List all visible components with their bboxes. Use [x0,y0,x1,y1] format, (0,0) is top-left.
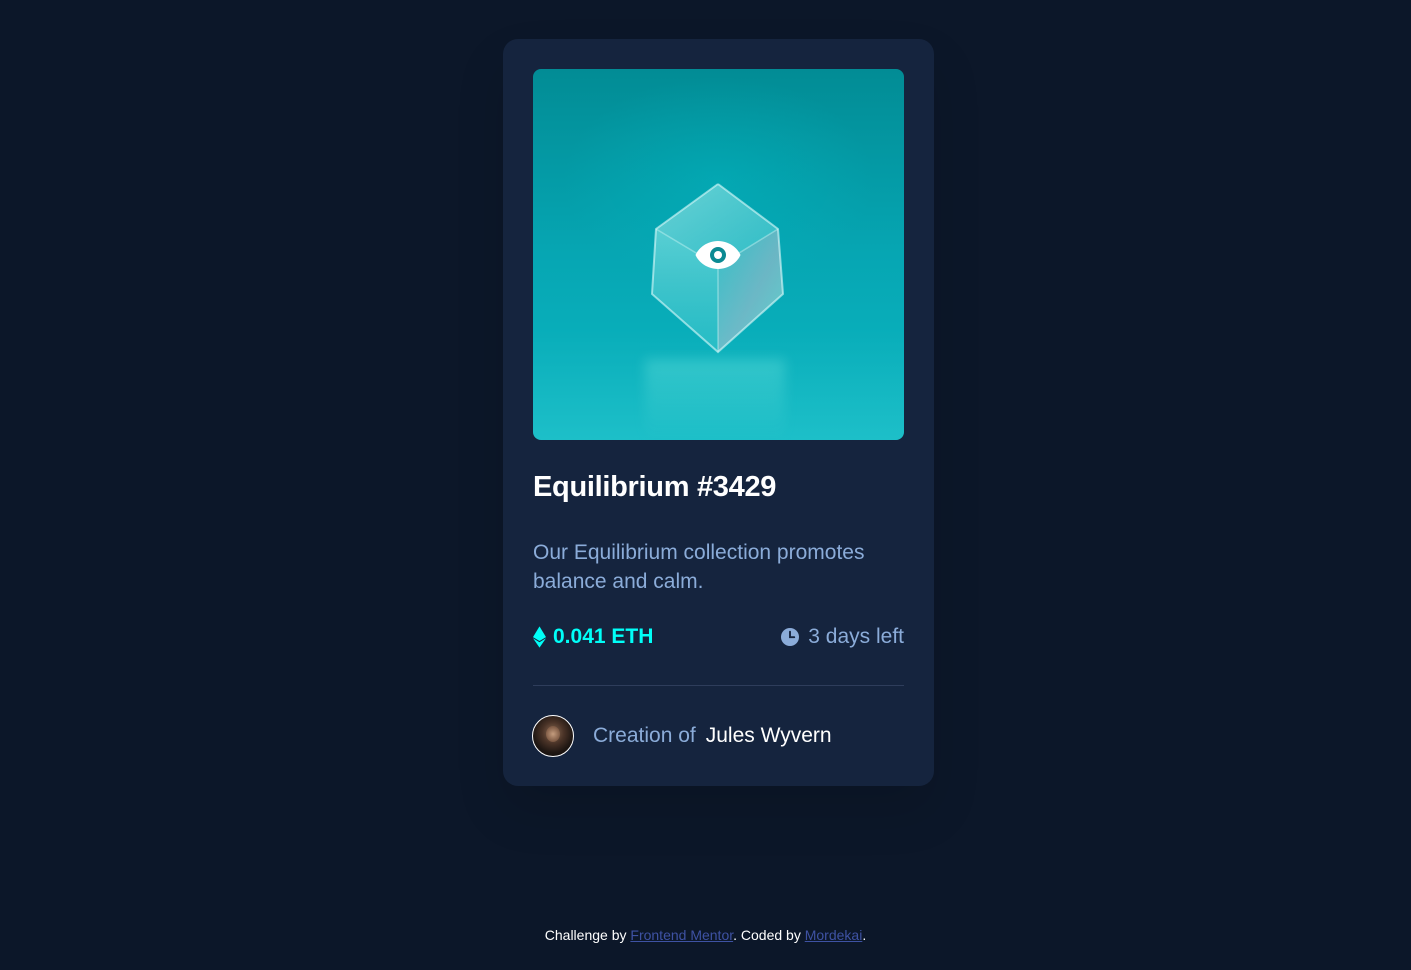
price-value: 0.041 ETH [553,625,654,648]
time-left-value: 3 days left [808,625,904,648]
cube-reflection [645,359,785,440]
attribution-suffix: . [862,927,867,943]
nft-image[interactable] [533,69,904,440]
nft-description: Our Equilibrium collection promotes bala… [533,541,865,593]
time-left: 3 days left [781,625,904,649]
divider [533,685,904,686]
nft-title[interactable]: Equilibrium #3429 [533,471,776,504]
creation-of-label: Creation of [593,724,696,747]
frontend-mentor-link[interactable]: Frontend Mentor [630,927,733,943]
eye-icon [695,241,741,269]
nft-card: Equilibrium #3429 Our Equilibrium collec… [503,39,934,786]
attribution-challenge-text: Challenge by [544,927,631,943]
author-link[interactable]: Mordekai [805,927,863,943]
clock-icon [781,628,800,646]
creator-row: Creation of Jules Wyvern [532,715,832,757]
attribution-coded-text: . Coded by [733,927,805,943]
price: 0.041 ETH [533,625,653,649]
ethereum-icon [533,626,546,648]
avatar [532,715,574,757]
attribution: Challenge by Frontend Mentor. Coded by M… [0,927,1411,943]
creator-name-link[interactable]: Jules Wyvern [706,724,832,748]
nft-meta: 0.041 ETH 3 days left [533,625,904,655]
